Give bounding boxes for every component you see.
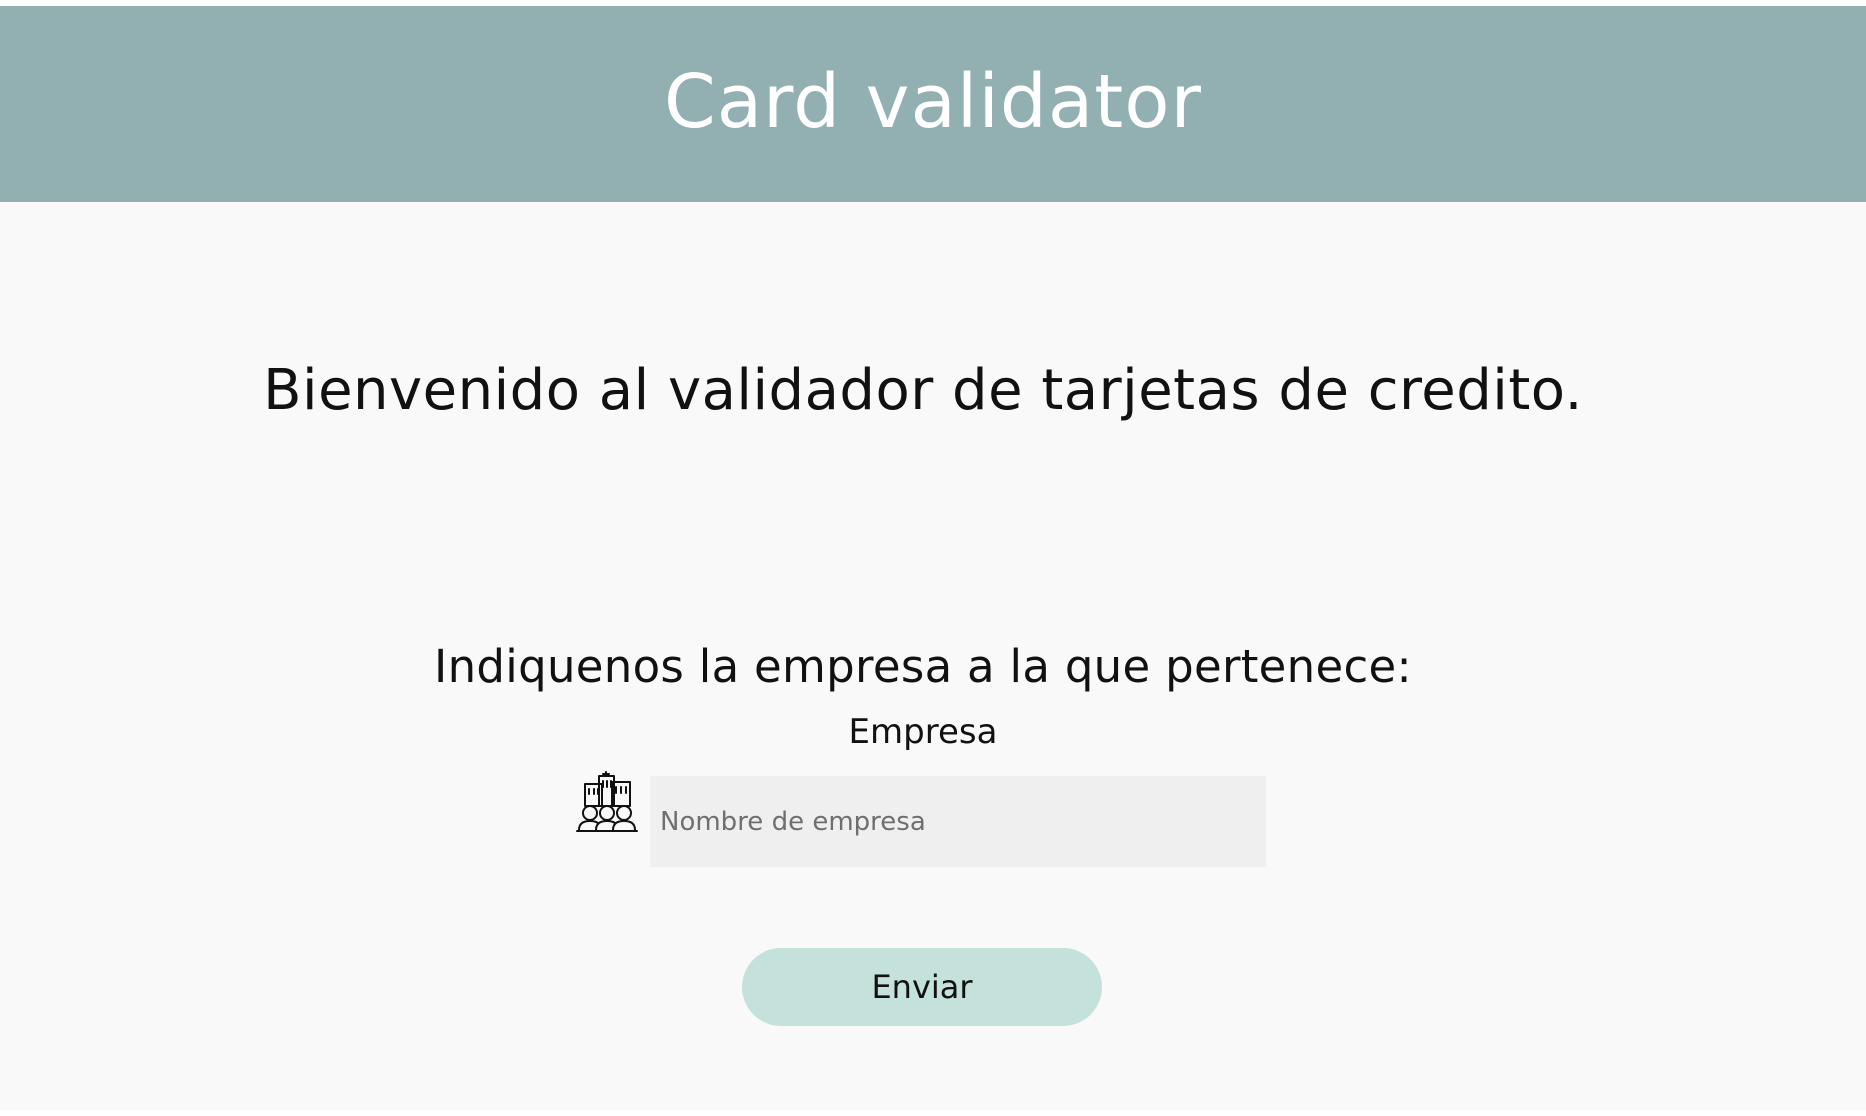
submit-button[interactable]: Enviar <box>742 948 1102 1026</box>
company-name-input[interactable] <box>650 776 1266 867</box>
building-people-icon <box>576 770 638 832</box>
company-question: Indiquenos la empresa a la que pertenece… <box>434 640 1412 693</box>
page: Card validator Bienvenido al validador d… <box>0 0 1866 1116</box>
app-header: Card validator <box>0 6 1866 202</box>
bottom-border <box>0 1110 1866 1116</box>
welcome-message: Bienvenido al validador de tarjetas de c… <box>263 358 1583 423</box>
app-title: Card validator <box>664 59 1202 145</box>
company-field-label: Empresa <box>848 712 998 752</box>
